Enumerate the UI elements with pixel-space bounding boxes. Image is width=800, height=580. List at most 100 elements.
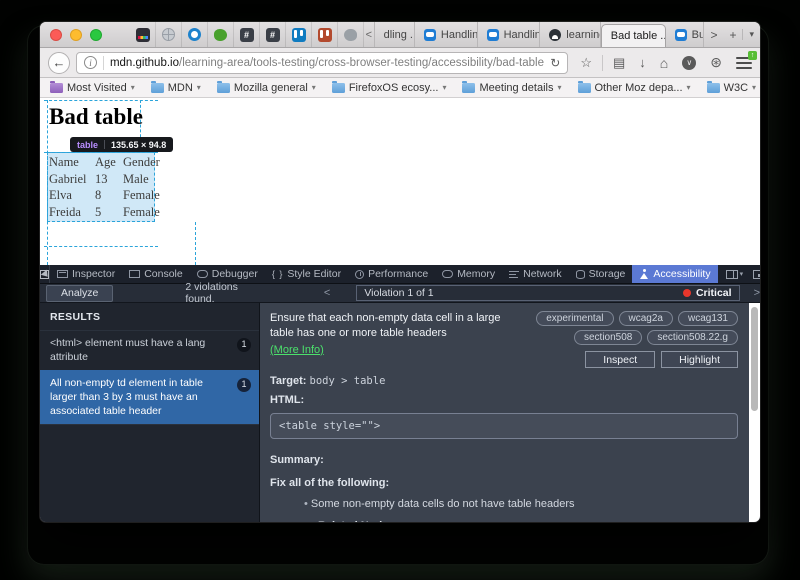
pinned-tab[interactable] <box>208 22 234 47</box>
result-text: All non-empty td element in table larger… <box>50 377 237 418</box>
tab-network[interactable]: Network <box>502 265 569 283</box>
tooltip-tag: table <box>77 140 98 150</box>
more-info-link[interactable]: (More Info) <box>270 343 324 358</box>
browser-tab-active[interactable]: Bad table ... × <box>601 24 666 47</box>
tag-pill: wcag2a <box>619 311 673 326</box>
html-code-box: <table style=""> <box>270 413 738 439</box>
scrollbar-thumb[interactable] <box>751 307 758 411</box>
inspect-button[interactable]: Inspect <box>585 351 655 368</box>
tab-inspector[interactable]: Inspector <box>50 265 122 283</box>
violation-status-box: Violation 1 of 1 Critical <box>356 285 739 301</box>
bookmarks-bar: Most Visited▾ MDN▾ Mozilla general▾ Fire… <box>40 78 760 98</box>
url-path: /learning-area/tools-testing/cross-brows… <box>179 57 544 69</box>
tab-label: Bad table ... <box>611 30 666 42</box>
home-icon[interactable]: ⌂ <box>660 55 668 71</box>
next-violation-button[interactable]: > <box>754 287 760 299</box>
bookmark-folder[interactable]: Mozilla general▾ <box>217 82 316 94</box>
table-cell: Elva <box>49 188 95 205</box>
pinned-tab[interactable] <box>182 22 208 47</box>
pocket-icon[interactable]: ∨ <box>682 56 696 70</box>
split-pane-icon <box>726 270 738 279</box>
pinned-tab[interactable] <box>130 22 156 47</box>
count-badge: 1 <box>237 338 251 352</box>
reading-list-icon[interactable]: ▤ <box>613 55 625 71</box>
result-item[interactable]: <html> element must have a lang attribut… <box>40 330 259 370</box>
browser-tab[interactable]: Handling ... <box>415 22 478 47</box>
hash-icon: # <box>240 28 254 42</box>
new-tab-button[interactable]: + <box>723 28 742 42</box>
browser-tab[interactable]: Bui <box>666 22 705 47</box>
menu-icon[interactable]: ↑ <box>736 57 752 69</box>
table-cell: 13 <box>95 172 123 189</box>
scroll-tabs-left-button[interactable]: < <box>364 22 374 47</box>
bookmark-star-icon[interactable]: ☆ <box>580 55 592 71</box>
bookmark-folder[interactable]: Other Moz depa...▾ <box>578 82 691 94</box>
close-window-button[interactable] <box>50 29 62 41</box>
previous-violation-button[interactable]: < <box>324 287 330 299</box>
bookmark-folder[interactable]: MDN▾ <box>151 82 201 94</box>
bookmark-label: Most Visited <box>67 82 127 94</box>
github-icon <box>549 29 561 41</box>
tab-memory[interactable]: Memory <box>435 265 502 283</box>
tab-style-editor[interactable]: { }Style Editor <box>265 265 348 283</box>
tab-accessibility[interactable]: Accessibility <box>632 265 717 283</box>
pinned-tab[interactable]: # <box>260 22 286 47</box>
window-controls <box>40 22 114 47</box>
dino-gray-icon <box>344 29 357 41</box>
tab-console[interactable]: Console <box>122 265 190 283</box>
site-info-icon[interactable]: i <box>84 56 97 69</box>
chevron-down-icon: ▾ <box>557 83 561 92</box>
url-text[interactable]: mdn.github.io/learning-area/tools-testin… <box>110 57 544 69</box>
result-text: <html> element must have a lang attribut… <box>50 337 237 364</box>
browser-tab[interactable]: Handling ... <box>478 22 541 47</box>
divider <box>602 55 603 71</box>
trello-red-icon <box>318 28 332 42</box>
dock-side-button[interactable]: ▾ <box>726 270 744 279</box>
pinned-tab[interactable] <box>312 22 338 47</box>
reload-icon[interactable]: ↻ <box>544 56 560 70</box>
result-item-selected[interactable]: All non-empty td element in table larger… <box>40 370 259 424</box>
violation-description-block: Ensure that each non-empty data cell in … <box>270 311 536 368</box>
scrollbar-track[interactable] <box>749 303 760 522</box>
zoom-window-button[interactable] <box>90 29 102 41</box>
pinned-tab[interactable] <box>338 22 364 47</box>
browser-tab[interactable]: dling ... <box>374 22 415 47</box>
highlight-button[interactable]: Highlight <box>661 351 738 368</box>
pinned-tab[interactable] <box>156 22 182 47</box>
pinned-tab[interactable] <box>286 22 312 47</box>
memory-icon <box>442 270 453 278</box>
bookmark-label: Meeting details <box>479 82 553 94</box>
pick-element-button[interactable] <box>40 265 50 283</box>
bookmark-folder[interactable]: FirefoxOS ecosy...▾ <box>332 82 447 94</box>
bookmark-folder[interactable]: Most Visited▾ <box>50 82 135 94</box>
analyze-button[interactable]: Analyze <box>46 285 113 302</box>
bookmark-folder[interactable]: Meeting details ▾ <box>462 82 561 94</box>
tag-pill: section508.22.g <box>647 330 738 345</box>
debugger-icon <box>197 270 208 278</box>
downloads-icon[interactable]: ↓ <box>639 55 646 70</box>
chevron-down-icon: ▾ <box>312 83 316 92</box>
chevron-down-icon: ▾ <box>740 270 744 278</box>
tab-label: learning-... <box>566 29 600 41</box>
tab-performance[interactable]: Performance <box>348 265 435 283</box>
fix-item: Some non-empty data cells do not have ta… <box>304 498 738 510</box>
url-domain: mdn.github.io <box>110 57 179 69</box>
bookmark-label: W3C <box>724 82 748 94</box>
tab-storage[interactable]: Storage <box>569 265 633 283</box>
back-button[interactable]: ← <box>48 52 70 74</box>
browser-tab[interactable]: learning-... <box>540 22 600 47</box>
split-console-icon[interactable] <box>753 270 760 279</box>
pinned-tab[interactable]: # <box>234 22 260 47</box>
bookmark-folder[interactable]: W3C▾ <box>707 82 756 94</box>
url-bar[interactable]: i mdn.github.io/learning-area/tools-test… <box>76 52 568 74</box>
extension-icon[interactable]: ⊛ <box>710 54 722 71</box>
target-label: Target: <box>270 375 306 387</box>
scroll-tabs-right-button[interactable]: > <box>704 28 723 42</box>
violation-label: Violation 1 of 1 <box>364 287 683 299</box>
minimize-window-button[interactable] <box>70 29 82 41</box>
table-cell: Name <box>49 155 95 172</box>
app-dark-icon <box>136 28 150 42</box>
all-tabs-button[interactable]: ▾ <box>742 29 760 40</box>
target-value: body > table <box>310 375 386 387</box>
hash-icon: # <box>266 28 280 42</box>
